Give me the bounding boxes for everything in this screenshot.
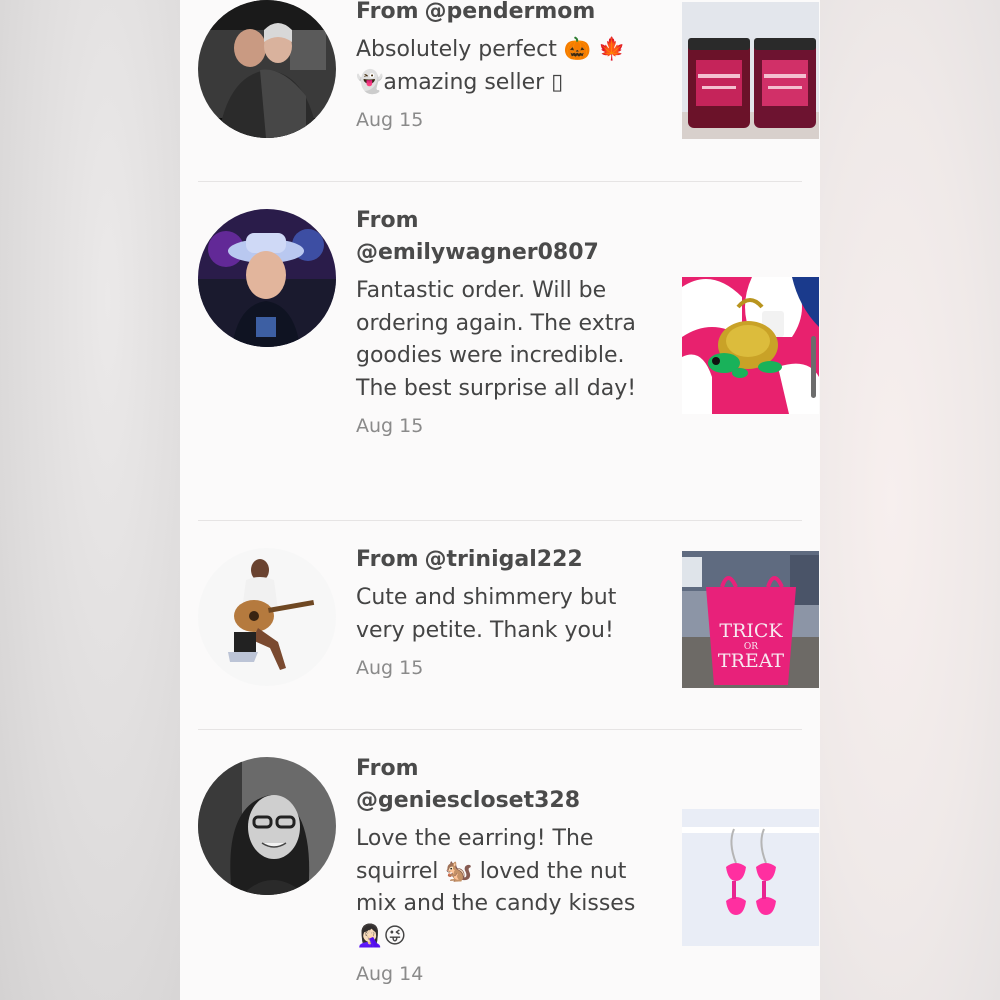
review-comment: Absolutely perfect 🎃 🍁 👻amazing seller ▯ [356,37,626,95]
bag-text-treat: TREAT [718,650,785,672]
trick-or-treat-bag-photo: TRICK OR TREAT [682,551,819,688]
review-content: From @geniescloset328 Love the earring! … [356,753,646,985]
review-from: From @pendermom [356,0,646,28]
review-date: Aug 14 [356,963,424,986]
review-divider [198,520,802,521]
purchased-item-thumbnail[interactable] [682,277,819,414]
review-content: From @trinigal222 Cute and shimmery but v… [356,544,646,679]
from-label: From [356,0,419,24]
turtle-charm-photo [682,277,819,414]
bag-text-trick: TRICK [719,620,783,642]
background-left [0,0,180,1000]
avatar-photo-woman-glasses [198,757,336,895]
from-label: From [356,756,419,781]
avatar-photo-guitar [198,548,336,686]
candles-photo [682,2,819,139]
review-content: From @pendermom Absolutely perfect 🎃 🍁 👻a… [356,0,646,131]
review-comment: Love the earring! The squirrel 🐿️ loved … [356,826,636,949]
review-comment: Fantastic order. Will be ordering again.… [356,278,637,401]
avatar-photo-child [198,209,336,347]
review-from: From @geniescloset328 [356,753,646,817]
purchased-item-thumbnail[interactable] [682,2,819,139]
reviewer-username[interactable]: @emilywagner0807 [356,237,646,269]
from-label: From [356,547,419,572]
scrollbar-thumb[interactable] [811,336,816,398]
from-label: From [356,208,419,233]
reviewer-avatar[interactable] [198,209,336,347]
purchased-item-thumbnail[interactable] [682,809,819,946]
review-from: From @trinigal222 [356,544,646,576]
reviews-panel[interactable]: From @pendermom Absolutely perfect 🎃 🍁 👻a… [180,0,820,1000]
review-date: Aug 15 [356,657,424,680]
review-date: Aug 15 [356,415,424,438]
purchased-item-thumbnail[interactable]: TRICK OR TREAT [682,551,819,688]
reviewer-avatar[interactable] [198,757,336,895]
reviewer-avatar[interactable] [198,0,336,138]
earrings-photo [682,809,819,946]
review-divider [198,181,802,182]
review-content: From @emilywagner0807 Fantastic order. W… [356,205,646,437]
reviewer-username[interactable]: @pendermom [425,0,596,24]
avatar-photo-couple [198,0,336,138]
reviewer-avatar[interactable] [198,548,336,686]
review-comment: Cute and shimmery but very petite. Thank… [356,585,617,643]
review-date: Aug 15 [356,109,424,132]
review-from: From @emilywagner0807 [356,205,646,269]
background-right [820,0,1000,1000]
reviewer-username[interactable]: @geniescloset328 [356,785,646,817]
reviewer-username[interactable]: @trinigal222 [425,547,583,572]
review-divider [198,729,802,730]
